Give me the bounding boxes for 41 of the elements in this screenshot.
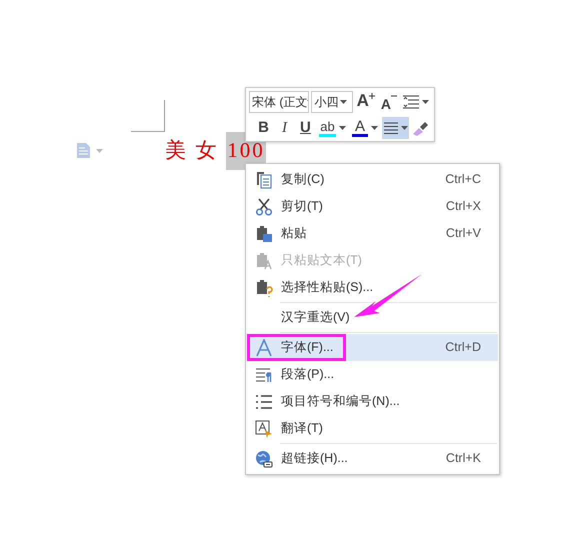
- document-text: 美 女: [165, 137, 218, 164]
- letter-a-icon: [255, 338, 273, 356]
- menu-item[interactable]: 翻译(T): [247, 415, 498, 442]
- line-spacing-icon: [403, 95, 419, 109]
- grow-font-button[interactable]: A: [354, 91, 377, 113]
- copy-icon: [255, 170, 273, 188]
- underline-button[interactable]: U: [296, 117, 315, 139]
- menu-item[interactable]: 字体(F)... Ctrl+D: [247, 334, 498, 361]
- bulleted-list-icon: [255, 392, 273, 410]
- menu-item[interactable]: 项目符号和编号(N)...: [247, 388, 498, 415]
- caret-icon: [96, 148, 103, 152]
- italic-button[interactable]: I: [274, 117, 294, 139]
- minus-icon: [391, 93, 397, 99]
- paste-icon: [255, 224, 273, 242]
- font-color-button[interactable]: A: [350, 117, 380, 139]
- shrink-font-button[interactable]: A: [378, 91, 399, 113]
- align-icon: [384, 122, 398, 134]
- paragraph-icon: [255, 366, 273, 384]
- menu-item[interactable]: 选择性粘贴(S)...: [247, 274, 498, 301]
- menu-item[interactable]: 超链接(H)... Ctrl+K: [247, 445, 498, 472]
- menu-item[interactable]: 粘贴 Ctrl+V: [247, 220, 498, 247]
- scissors-icon: [255, 198, 273, 216]
- caret-icon: [370, 126, 378, 130]
- caret-icon: [340, 100, 347, 104]
- font-name-dropdown[interactable]: 宋体 (正文: [249, 91, 309, 113]
- margin-corner-mark: [131, 100, 165, 132]
- caret-icon: [422, 100, 429, 104]
- brush-icon: [412, 119, 430, 137]
- menu-item[interactable]: 汉字重选(V): [247, 304, 498, 331]
- paste-text-icon: [255, 252, 273, 270]
- caret-icon: [338, 126, 346, 130]
- caret-icon: [400, 126, 408, 130]
- translate-icon: [255, 420, 273, 438]
- globe-link-icon: [255, 450, 273, 468]
- font-size-dropdown[interactable]: 小四: [310, 91, 353, 113]
- menu-item[interactable]: 段落(P)...: [247, 361, 498, 388]
- plus-icon: [368, 93, 375, 99]
- menu-item[interactable]: 剪切(T) Ctrl+X: [247, 193, 498, 220]
- paste-special-icon: [255, 278, 273, 296]
- highlight-button[interactable]: ab: [316, 117, 348, 139]
- align-button[interactable]: [382, 117, 410, 139]
